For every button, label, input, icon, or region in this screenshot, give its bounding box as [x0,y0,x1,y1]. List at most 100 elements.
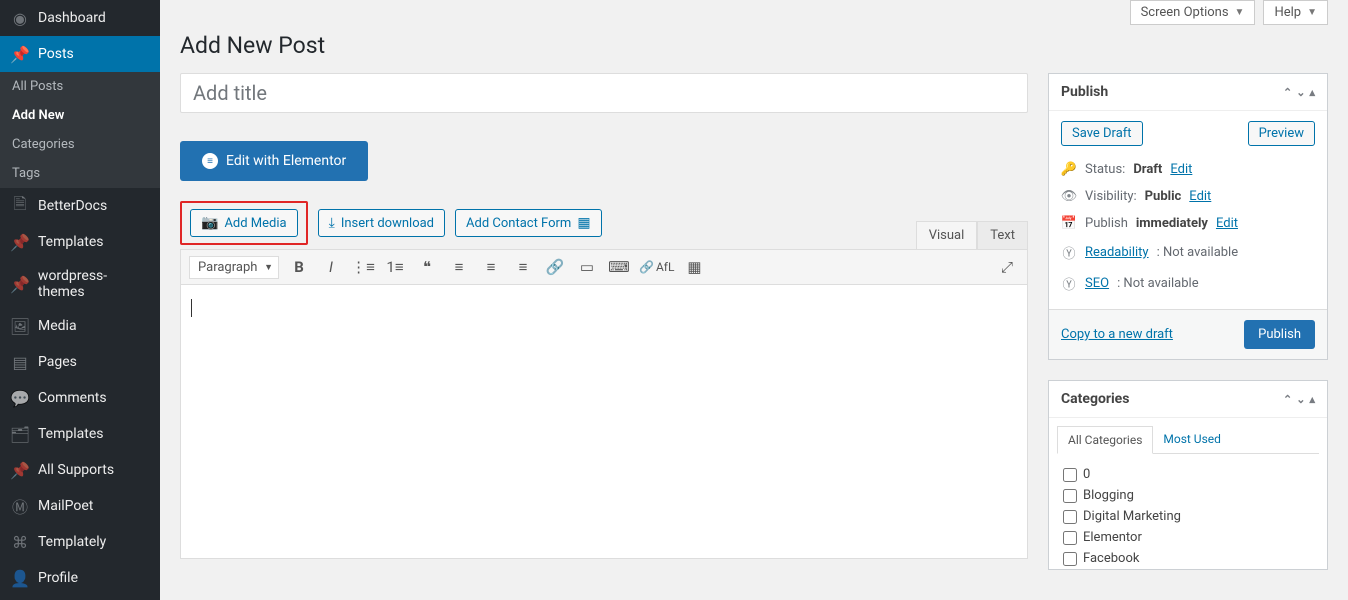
preview-button[interactable]: Preview [1248,121,1315,146]
sidebar-label: wordpress-themes [38,268,150,300]
help-button[interactable]: Help▼ [1263,0,1328,25]
categories-list[interactable]: 0 Blogging Digital Marketing Elementor F… [1057,454,1319,569]
edit-status-link[interactable]: Edit [1170,162,1192,177]
align-right-button[interactable]: ≡ [511,255,535,279]
add-contact-form-button[interactable]: Add Contact Form ▦ [455,209,602,237]
add-media-highlight: 📷 Add Media [180,201,308,245]
sidebar-sub-add-new[interactable]: Add New [0,101,160,130]
categories-tab-all[interactable]: All Categories [1057,426,1153,454]
elementor-icon: ≡ [202,153,218,169]
fullscreen-button[interactable]: ⤢ [995,255,1019,279]
camera-icon: 📷 [201,215,218,231]
sidebar-label: Templately [38,534,106,550]
sidebar-item-pages[interactable]: ▤ Pages [0,344,160,380]
save-draft-button[interactable]: Save Draft [1061,121,1143,146]
category-item[interactable]: 0 [1063,464,1313,485]
page-icon: ▤ [10,352,30,372]
edit-with-elementor-button[interactable]: ≡ Edit with Elementor [180,141,368,181]
keyboard-button[interactable]: ⌨ [607,255,631,279]
sidebar-label: Posts [38,46,74,62]
sidebar-item-templates2[interactable]: 🗂 Templates [0,416,160,452]
sidebar-item-mailpoet[interactable]: Ⓜ MailPoet [0,488,160,524]
sidebar-item-all-supports[interactable]: 📌All Supports [0,452,160,488]
category-checkbox[interactable] [1063,510,1077,524]
metabox-up-icon[interactable]: ⌃ [1283,86,1292,99]
categories-metabox: Categories ⌃ ⌄ ▴ All Categories Most Use… [1048,380,1328,570]
yoast-icon: Ⓨ [1061,274,1077,293]
sidebar-label: Profile [38,570,78,586]
editor-toolbar: Paragraph B I ⋮≡ 1≡ ❝ ≡ ≡ ≡ 🔗 ▭ ⌨ 🔗AfL ▦ [180,249,1028,285]
metabox-down-icon[interactable]: ⌄ [1296,86,1305,99]
category-checkbox[interactable] [1063,552,1077,566]
sidebar-label: Pages [38,354,77,370]
category-item[interactable]: Blogging [1063,485,1313,506]
sidebar-label: Templates [38,426,104,442]
screen-options-button[interactable]: Screen Options▼ [1130,0,1256,25]
yoast-icon: Ⓨ [1061,243,1077,262]
numbered-list-button[interactable]: 1≡ [383,255,407,279]
sidebar-item-posts[interactable]: 📌 Posts [0,36,160,72]
metabox-toggle-icon[interactable]: ▴ [1309,393,1315,406]
category-item[interactable]: Elementor [1063,527,1313,548]
metabox-down-icon[interactable]: ⌄ [1296,393,1305,406]
bold-button[interactable]: B [287,255,311,279]
dashboard-icon: ◉ [10,8,30,28]
sidebar-item-comments[interactable]: 💬 Comments [0,380,160,416]
sidebar-item-dashboard[interactable]: ◉ Dashboard [0,0,160,36]
copy-to-new-draft-link[interactable]: Copy to a new draft [1061,327,1173,342]
sidebar-item-betterdocs[interactable]: 🗎BetterDocs [0,188,160,224]
edit-publish-link[interactable]: Edit [1216,216,1238,231]
content-area: Screen Options▼ Help▼ Add New Post ≡ Edi… [160,0,1348,600]
align-left-button[interactable]: ≡ [447,255,471,279]
categories-tab-most-used[interactable]: Most Used [1153,426,1231,453]
comment-icon: 💬 [10,388,30,408]
format-select[interactable]: Paragraph [189,256,279,279]
post-title-input[interactable] [180,73,1028,113]
editor-content[interactable] [180,285,1028,559]
sidebar-sub-tags[interactable]: Tags [0,159,160,188]
sidebar-item-templately[interactable]: ⌘ Templately [0,524,160,560]
folder-icon: 🗂 [10,424,30,444]
pin-icon: 📌 [10,274,30,294]
editor-tab-text[interactable]: Text [977,221,1028,249]
sidebar-sub-categories[interactable]: Categories [0,130,160,159]
publish-metabox: Publish ⌃ ⌄ ▴ Save Draft Preview [1048,73,1328,360]
edit-visibility-link[interactable]: Edit [1189,189,1211,204]
add-media-button[interactable]: 📷 Add Media [190,209,298,237]
sidebar-item-templates[interactable]: 📌Templates [0,224,160,260]
afl-button[interactable]: 🔗AfL [639,260,674,274]
read-more-button[interactable]: ▭ [575,255,599,279]
sidebar-item-wp-themes[interactable]: 📌 wordpress-themes [0,260,160,308]
sidebar-item-profile[interactable]: 👤Profile [0,560,160,596]
link-button[interactable]: 🔗 [543,255,567,279]
templately-icon: ⌘ [10,532,30,552]
bulleted-list-button[interactable]: ⋮≡ [351,255,375,279]
metabox-up-icon[interactable]: ⌃ [1283,393,1292,406]
readability-link[interactable]: Readability [1085,245,1149,260]
seo-link[interactable]: SEO [1085,276,1109,291]
blockquote-button[interactable]: ❝ [415,255,439,279]
metabox-toggle-icon[interactable]: ▴ [1309,86,1315,99]
category-item[interactable]: Digital Marketing [1063,506,1313,527]
pin-icon: 📌 [10,232,30,252]
sidebar-label: Comments [38,390,107,406]
sidebar-label: All Supports [38,462,114,478]
toolbar-toggle-button[interactable]: ▦ [682,255,706,279]
mailpoet-icon: Ⓜ [10,496,30,516]
insert-download-button[interactable]: ⤓ Insert download [318,209,445,237]
text-cursor [191,299,192,317]
editor-tab-visual[interactable]: Visual [916,221,978,249]
category-item[interactable]: Facebook [1063,548,1313,569]
page-title: Add New Post [180,32,1328,59]
sidebar-label: MailPoet [38,498,93,514]
sidebar-sub-all-posts[interactable]: All Posts [0,72,160,101]
italic-button[interactable]: I [319,255,343,279]
pin-icon: 📌 [10,44,30,64]
align-center-button[interactable]: ≡ [479,255,503,279]
sidebar-item-media[interactable]: 🖼Media [0,308,160,344]
download-icon: ⤓ [329,215,335,231]
publish-button[interactable]: Publish [1244,320,1315,349]
category-checkbox[interactable] [1063,531,1077,545]
category-checkbox[interactable] [1063,489,1077,503]
category-checkbox[interactable] [1063,468,1077,482]
